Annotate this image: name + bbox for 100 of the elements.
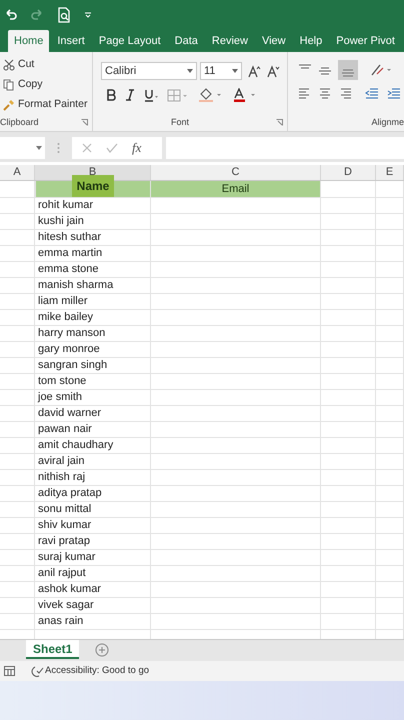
empty-cell bbox=[376, 566, 404, 582]
increase-indent-icon[interactable] bbox=[387, 88, 400, 99]
decrease-indent-icon[interactable] bbox=[365, 88, 378, 99]
table-cell: harry manson bbox=[35, 326, 151, 342]
empty-cell bbox=[0, 614, 35, 630]
font-name: Calibri bbox=[105, 64, 136, 79]
grip-icon[interactable] bbox=[57, 142, 60, 154]
bottom-align-icon[interactable] bbox=[338, 60, 358, 80]
launcher-icon[interactable] bbox=[276, 118, 283, 126]
add-sheet-icon[interactable] bbox=[95, 643, 110, 657]
empty-cell bbox=[0, 294, 35, 310]
empty-cell bbox=[321, 198, 376, 214]
table-cell: sangran singh bbox=[35, 358, 151, 374]
empty-cell bbox=[376, 246, 404, 262]
empty-cell bbox=[0, 374, 35, 390]
empty-cell bbox=[321, 406, 376, 422]
bold-icon[interactable] bbox=[106, 89, 116, 101]
font-size-dropdown[interactable]: 11 bbox=[200, 62, 242, 80]
paintbrush-icon bbox=[3, 99, 15, 111]
align-left-icon[interactable] bbox=[298, 88, 310, 99]
align-right-icon[interactable] bbox=[340, 88, 352, 99]
empty-cell bbox=[0, 534, 35, 550]
cell-mode-icon[interactable] bbox=[4, 666, 15, 676]
empty-cell bbox=[321, 294, 376, 310]
table-cell: mike bailey bbox=[35, 310, 151, 326]
insert-function-button[interactable]: fx bbox=[132, 138, 142, 158]
ribbon-tab[interactable]: Help bbox=[294, 30, 328, 52]
empty-cell bbox=[376, 181, 404, 198]
font-name-dropdown[interactable]: Calibri bbox=[101, 62, 197, 80]
table-cell: ravi pratap bbox=[35, 534, 151, 550]
fill-color-icon[interactable] bbox=[198, 88, 224, 102]
ribbon-tab[interactable]: Power Pivot bbox=[330, 30, 401, 52]
empty-cell bbox=[0, 262, 35, 278]
empty-cell bbox=[321, 230, 376, 246]
table-cell: tom stone bbox=[35, 374, 151, 390]
empty-cell bbox=[321, 550, 376, 566]
launcher-icon[interactable] bbox=[81, 118, 88, 126]
orientation-icon[interactable] bbox=[370, 63, 392, 77]
empty-cell bbox=[321, 246, 376, 262]
table-cell: suraj kumar bbox=[35, 550, 151, 566]
empty-cell bbox=[321, 342, 376, 358]
align-center-icon[interactable] bbox=[319, 88, 331, 99]
empty-cell bbox=[0, 310, 35, 326]
clipboard-button[interactable]: Cut bbox=[3, 57, 92, 73]
sheet-tab[interactable]: Sheet1 bbox=[26, 640, 80, 659]
empty-cell bbox=[376, 342, 404, 358]
column-header[interactable]: D bbox=[321, 165, 376, 180]
formula-input[interactable] bbox=[166, 137, 404, 159]
empty-cell bbox=[376, 390, 404, 406]
empty-cell bbox=[0, 454, 35, 470]
undo-icon[interactable] bbox=[4, 8, 18, 22]
empty-cell bbox=[0, 486, 35, 502]
empty-cell bbox=[376, 310, 404, 326]
empty-cell bbox=[0, 198, 35, 214]
empty-cell bbox=[376, 582, 404, 598]
print-preview-icon[interactable] bbox=[56, 7, 72, 23]
empty-cell bbox=[321, 470, 376, 486]
table-cell: sonu mittal bbox=[35, 502, 151, 518]
empty-cell bbox=[0, 550, 35, 566]
table-cell: anil rajput bbox=[35, 566, 151, 582]
table-cell: aviral jain bbox=[35, 454, 151, 470]
ribbon-tab[interactable]: Insert bbox=[51, 30, 91, 52]
copy-icon bbox=[3, 79, 15, 91]
ribbon-tab[interactable]: Page Layout bbox=[92, 30, 167, 52]
empty-cell bbox=[321, 614, 376, 630]
table-cell: manish sharma bbox=[35, 278, 151, 294]
customize-icon[interactable] bbox=[84, 11, 92, 19]
clipboard-button[interactable]: Copy bbox=[3, 77, 92, 93]
ribbon-tab[interactable]: Home bbox=[8, 30, 50, 52]
caret-icon[interactable] bbox=[232, 69, 238, 73]
font-size: 11 bbox=[204, 64, 216, 79]
empty-cell bbox=[321, 390, 376, 406]
caret-icon[interactable] bbox=[36, 146, 42, 150]
table-cell: anas rain bbox=[35, 614, 151, 630]
column-header[interactable]: C bbox=[151, 165, 321, 180]
ribbon-tab[interactable]: Review bbox=[206, 30, 254, 52]
column-title: Email bbox=[222, 182, 250, 197]
empty-cell bbox=[321, 310, 376, 326]
ribbon-tab[interactable]: Data bbox=[168, 30, 204, 52]
empty-cell bbox=[0, 406, 35, 422]
empty-cell bbox=[376, 230, 404, 246]
empty-cell bbox=[0, 230, 35, 246]
empty-cell bbox=[321, 358, 376, 374]
empty-cell bbox=[321, 326, 376, 342]
empty-cell bbox=[376, 198, 404, 214]
table-cell: hitesh suthar bbox=[35, 230, 151, 246]
increase-font-icon[interactable] bbox=[248, 64, 261, 78]
empty-cell bbox=[376, 294, 404, 310]
underline-icon[interactable] bbox=[144, 88, 158, 102]
italic-icon[interactable] bbox=[125, 89, 135, 101]
group-label: Font bbox=[171, 116, 190, 128]
clipboard-button[interactable]: Format Painter bbox=[3, 97, 92, 113]
empty-cell bbox=[0, 358, 35, 374]
column-header[interactable]: E bbox=[376, 165, 404, 180]
ribbon-tab[interactable]: View bbox=[256, 30, 292, 52]
empty-cell bbox=[376, 486, 404, 502]
empty-cell bbox=[321, 214, 376, 230]
caret-icon[interactable] bbox=[187, 69, 193, 73]
empty-cell bbox=[376, 550, 404, 566]
decrease-font-icon[interactable] bbox=[267, 64, 280, 78]
